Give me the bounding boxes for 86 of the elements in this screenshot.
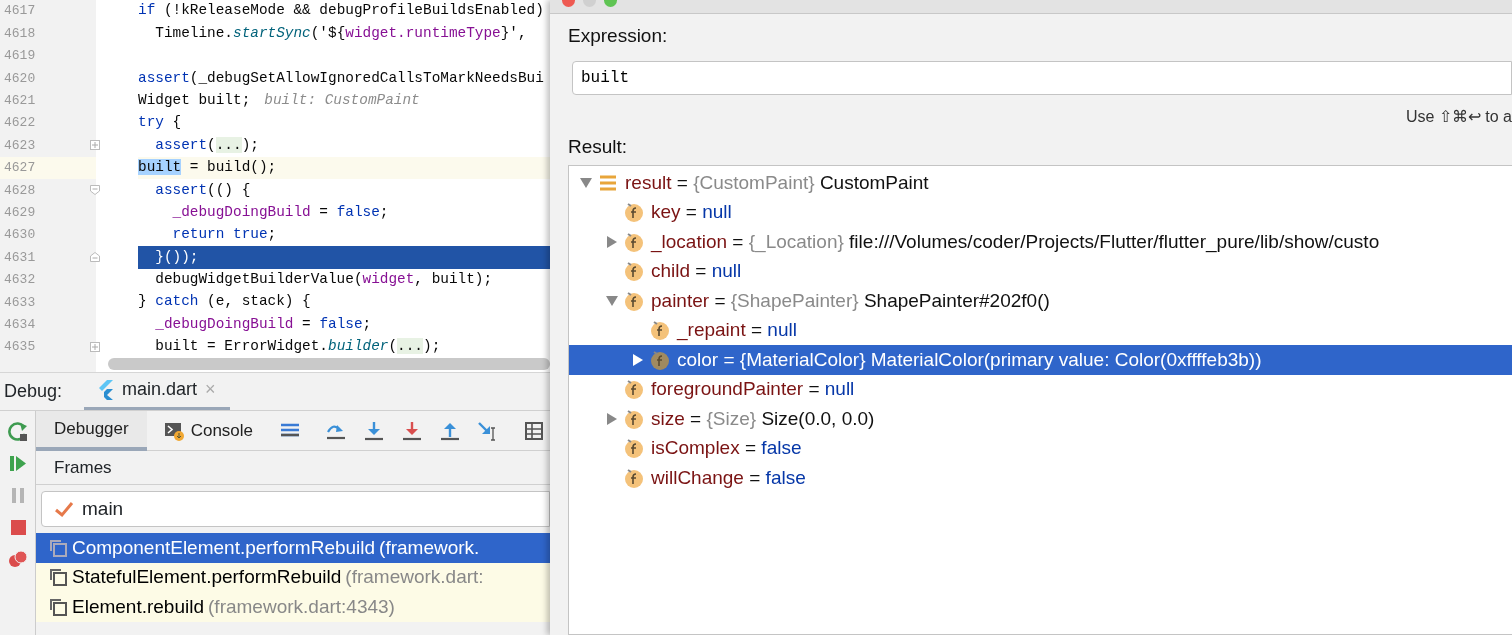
tree-row[interactable]: _repaint = null — [569, 315, 1512, 345]
code-line: _debugDoingBuild = false; — [171, 202, 389, 222]
code-line: } catch (e, stack) { — [138, 292, 311, 312]
field-icon — [623, 407, 645, 430]
code-line: try { — [138, 113, 182, 133]
code-line: built = ErrorWidget.builder(...); — [154, 337, 441, 357]
code-line: _debugDoingBuild = false; — [154, 314, 372, 334]
fold-marker-icon[interactable] — [90, 140, 100, 151]
fold-marker-icon[interactable] — [90, 252, 100, 263]
frame-icon — [48, 596, 68, 617]
tree-row[interactable]: isComplex = false — [569, 433, 1512, 463]
line-number: 4628 — [4, 181, 36, 200]
field-icon — [649, 319, 671, 342]
code-line: Widget built; built: CustomPaint — [138, 90, 420, 110]
resume-icon[interactable] — [7, 453, 28, 473]
code-line: Timeline.startSync('${widget.runtimeType}', — [154, 23, 527, 43]
line-number: 4627 — [4, 159, 36, 178]
step-into-icon[interactable] — [363, 419, 386, 442]
console-icon — [164, 420, 185, 441]
fold-marker-icon[interactable] — [90, 342, 100, 352]
code-line: built = build(); — [138, 158, 277, 178]
shortcut-hint: Use ⇧⌘↩ to a — [1405, 107, 1512, 125]
tree-row[interactable]: willChange = false — [569, 463, 1512, 493]
line-number: 4621 — [4, 92, 36, 110]
frame-row[interactable]: StatefulElement.performRebuild (framework.dart: — [36, 562, 550, 592]
field-icon — [623, 260, 645, 283]
fold-marker-icon[interactable] — [90, 185, 100, 196]
code-line: assert(() { — [154, 180, 251, 200]
tree-row[interactable]: size = {Size} Size(0.0, 0.0) — [569, 404, 1512, 434]
line-number: 4631 — [4, 248, 36, 267]
check-icon — [54, 499, 74, 519]
collapsed-arrow-icon[interactable] — [606, 235, 618, 248]
code-line: assert(...); — [154, 135, 259, 155]
tree-row[interactable]: foregroundPainter = null — [569, 374, 1512, 404]
rerun-icon[interactable] — [7, 421, 28, 441]
line-number: 4630 — [4, 226, 36, 245]
code-line: if (!kReleaseMode && debugProfileBuildsEnabled) — [138, 1, 544, 21]
expression-field[interactable]: built — [572, 60, 1512, 95]
frame-row[interactable]: ComponentElement.performRebuild (framework. — [36, 533, 550, 563]
line-number: 4619 — [4, 47, 36, 66]
frames-title: Frames — [54, 456, 112, 479]
debug-tab[interactable]: Console — [146, 410, 272, 451]
result-label: Result: — [567, 134, 629, 159]
expanded-arrow-icon[interactable] — [606, 294, 618, 307]
force-step-into-icon[interactable] — [401, 419, 424, 442]
tree-row[interactable]: key = null — [569, 197, 1512, 227]
line-number: 4635 — [4, 338, 36, 357]
code-line: assert(_debugSetAllowIgnoredCallsToMarkNeedsBui — [138, 68, 544, 88]
code-line: }()); — [154, 247, 199, 267]
field-icon — [623, 466, 645, 489]
tree-row[interactable]: child = null — [569, 256, 1512, 286]
line-number: 4632 — [4, 271, 36, 290]
field-icon — [623, 437, 645, 460]
tree-row[interactable]: color = {MaterialColor} MaterialColor(primary value: Color(0xffffeb3b)) — [569, 345, 1512, 375]
field-icon — [623, 378, 645, 401]
frame-icon — [48, 537, 68, 558]
code-line: return true; — [171, 225, 277, 245]
expanded-arrow-icon[interactable] — [580, 176, 592, 189]
line-number: 4617 — [4, 2, 36, 21]
line-number: 4629 — [4, 203, 36, 222]
debug-label: Debug: — [3, 380, 63, 403]
tree-row[interactable]: _location = {_Location} file:///Volumes/coder/Projects/Flutter/flutter_pure/lib/show/custo — [569, 227, 1512, 257]
table-icon[interactable] — [523, 419, 546, 442]
line-number: 4623 — [4, 136, 36, 155]
flutter-icon — [98, 379, 115, 400]
field-icon — [623, 289, 645, 312]
scrollbar[interactable] — [108, 358, 550, 370]
line-number: 4634 — [4, 315, 36, 334]
frame-icon — [48, 567, 68, 588]
debug-tab[interactable]: Debugger — [36, 410, 147, 451]
line-number: 4622 — [4, 114, 36, 133]
field-icon — [649, 348, 671, 371]
tree-row[interactable]: painter = {ShapePainter} ShapePainter#202f0() — [569, 286, 1512, 316]
tree-row[interactable]: result = {CustomPaint} CustomPaint — [569, 168, 1512, 198]
breakpoints-icon[interactable] — [7, 549, 28, 569]
collapsed-arrow-icon[interactable] — [606, 412, 618, 425]
line-number: 4618 — [4, 24, 36, 43]
expression-label: Expression: — [567, 24, 669, 48]
line-number: 4620 — [4, 69, 36, 88]
code-line: debugWidgetBuilderValue(widget, built); — [154, 270, 493, 290]
frame-row[interactable]: Element.rebuild (framework.dart:4343) — [36, 592, 550, 622]
field-icon — [623, 201, 645, 224]
field-icon — [623, 230, 645, 253]
collapsed-arrow-icon[interactable] — [632, 353, 644, 366]
line-number: 4633 — [4, 293, 36, 312]
thread-selector[interactable]: main — [41, 491, 550, 527]
